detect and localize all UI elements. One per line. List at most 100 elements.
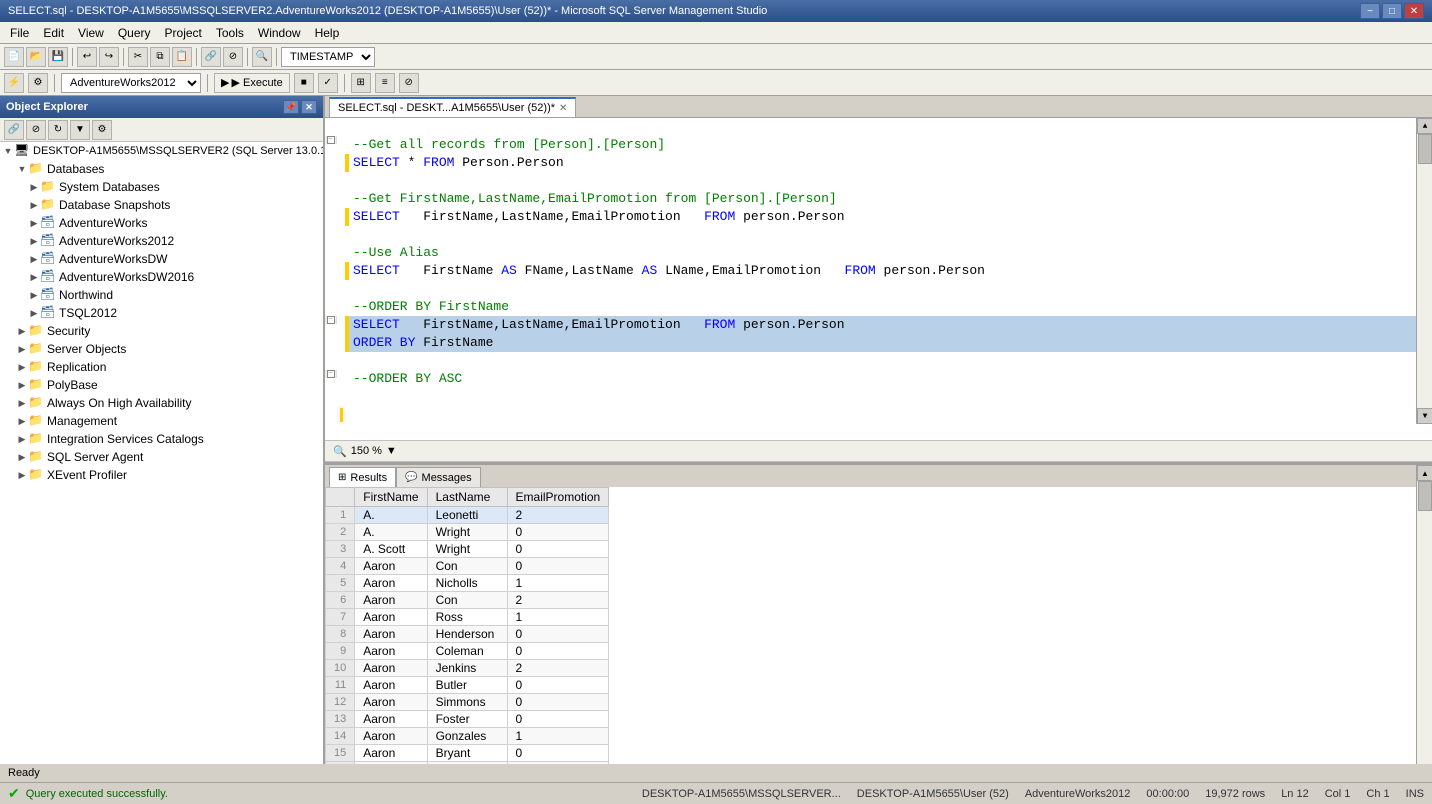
tree-polybase[interactable]: ▶ 📁 PolyBase xyxy=(0,376,323,394)
oe-toolbar: 🔗 ⊘ ↻ ▼ ⚙ xyxy=(0,118,323,142)
scrollbar-track[interactable] xyxy=(1417,481,1432,766)
menu-tools[interactable]: Tools xyxy=(210,24,250,42)
menu-edit[interactable]: Edit xyxy=(37,24,70,42)
tree-replication[interactable]: ▶ 📁 Replication xyxy=(0,358,323,376)
tree-adventureworksdw2016[interactable]: ▶ 🗃 AdventureWorksDW2016 xyxy=(0,268,323,286)
tree-db-snapshots[interactable]: ▶ 📁 Database Snapshots xyxy=(0,196,323,214)
database-dropdown[interactable]: AdventureWorks2012 xyxy=(61,73,201,93)
oe-close-button[interactable]: ✕ xyxy=(301,100,317,114)
cancel-button[interactable]: ■ xyxy=(294,73,314,93)
parse-button[interactable]: ✓ xyxy=(318,73,338,93)
search-button[interactable]: 🔍 xyxy=(252,47,272,67)
table-row: 13AaronFoster0 xyxy=(326,711,609,728)
scroll-up-button[interactable]: ▲ xyxy=(1417,118,1432,134)
tree-databases[interactable]: ▼ 📁 Databases xyxy=(0,160,323,178)
security-label: Security xyxy=(47,324,90,338)
row-number: 8 xyxy=(326,626,355,643)
table-body: 1A.Leonetti22A.Wright03A. ScottWright04A… xyxy=(326,507,609,783)
timestamp-dropdown[interactable]: TIMESTAMP xyxy=(281,47,375,67)
messages-tab[interactable]: 💬 Messages xyxy=(396,467,481,487)
redo-button[interactable]: ↪ xyxy=(99,47,119,67)
scrollbar-thumb[interactable] xyxy=(1418,481,1432,511)
maximize-button[interactable]: □ xyxy=(1382,3,1402,19)
menu-window[interactable]: Window xyxy=(252,24,307,42)
save-button[interactable]: 💾 xyxy=(48,47,68,67)
tree-sql-agent[interactable]: ▶ 📁 SQL Server Agent xyxy=(0,448,323,466)
db-status: AdventureWorks2012 xyxy=(1025,788,1131,800)
settings-icon[interactable]: ⚙ xyxy=(28,73,48,93)
tab-close-button[interactable]: ✕ xyxy=(559,103,567,114)
results-text-button[interactable]: ≡ xyxy=(375,73,395,93)
oe-pin-button[interactable]: 📌 xyxy=(283,100,299,114)
editor-content[interactable]: − --Get all records from [Person].[Perso… xyxy=(325,118,1432,440)
main-layout: Object Explorer 📌 ✕ 🔗 ⊘ ↻ ▼ ⚙ ▼ 🖥 DESKTO… xyxy=(0,96,1432,782)
fold-button[interactable]: − xyxy=(327,136,335,144)
tree-server-objects[interactable]: ▶ 📁 Server Objects xyxy=(0,340,323,358)
northwind-label: Northwind xyxy=(59,288,113,302)
scroll-up-button[interactable]: ▲ xyxy=(1417,465,1432,481)
folder-icon: 📁 xyxy=(28,431,44,447)
close-button[interactable]: ✕ xyxy=(1404,3,1424,19)
menu-query[interactable]: Query xyxy=(112,24,157,42)
scrollbar-track[interactable] xyxy=(1417,134,1432,408)
tree-xevent[interactable]: ▶ 📁 XEvent Profiler xyxy=(0,466,323,484)
sql-tab[interactable]: SELECT.sql - DESKT...A1M5655\User (52))*… xyxy=(329,97,576,117)
tree-server[interactable]: ▼ 🖥 DESKTOP-A1M5655\MSSQLSERVER2 (SQL Se… xyxy=(0,142,323,160)
cell: 0 xyxy=(507,524,609,541)
cell: Aaron xyxy=(355,660,427,677)
col-status: Col 1 xyxy=(1325,788,1351,800)
row-number: 12 xyxy=(326,694,355,711)
menu-view[interactable]: View xyxy=(72,24,110,42)
editor-scrollbar[interactable]: ▲ ▼ xyxy=(1416,118,1432,424)
table-row: 4AaronCon0 xyxy=(326,558,609,575)
oe-options-button[interactable]: ⚙ xyxy=(92,120,112,140)
zoom-dropdown-icon[interactable]: ▼ xyxy=(386,445,397,457)
execute-button[interactable]: ▶ ▶ Execute xyxy=(214,73,290,93)
connect-button[interactable]: 🔗 xyxy=(201,47,221,67)
tree-tsql2012[interactable]: ▶ 🗃 TSQL2012 xyxy=(0,304,323,322)
results-scrollbar[interactable]: ▲ ▼ xyxy=(1416,465,1432,782)
results-grid-button[interactable]: ⊞ xyxy=(351,73,371,93)
tree-always-on[interactable]: ▶ 📁 Always On High Availability xyxy=(0,394,323,412)
tree-integration-services[interactable]: ▶ 📁 Integration Services Catalogs xyxy=(0,430,323,448)
cell: Aaron xyxy=(355,711,427,728)
tree-security[interactable]: ▶ 📁 Security xyxy=(0,322,323,340)
tree-system-databases[interactable]: ▶ 📁 System Databases xyxy=(0,178,323,196)
undo-button[interactable]: ↩ xyxy=(77,47,97,67)
menu-project[interactable]: Project xyxy=(159,24,208,42)
results-tab[interactable]: ⊞ Results xyxy=(329,467,396,487)
scroll-down-button[interactable]: ▼ xyxy=(1417,408,1432,424)
connect-icon[interactable]: ⚡ xyxy=(4,73,24,93)
cell: Aaron xyxy=(355,677,427,694)
separator4 xyxy=(247,48,248,66)
tree-adventureworks2012[interactable]: ▶ 🗃 AdventureWorks2012 xyxy=(0,232,323,250)
awdw2016-label: AdventureWorksDW2016 xyxy=(59,270,194,284)
fold-button[interactable]: − xyxy=(327,370,335,378)
fold-button[interactable]: − xyxy=(327,316,335,324)
new-query-button[interactable]: 📄 xyxy=(4,47,24,67)
open-button[interactable]: 📂 xyxy=(26,47,46,67)
no-results-button[interactable]: ⊘ xyxy=(399,73,419,93)
cell: 0 xyxy=(507,677,609,694)
code-line xyxy=(325,226,1416,244)
menu-file[interactable]: File xyxy=(4,24,35,42)
scrollbar-thumb[interactable] xyxy=(1418,134,1432,164)
disconnect-button[interactable]: ⊘ xyxy=(223,47,243,67)
copy-button[interactable]: ⧉ xyxy=(150,47,170,67)
oe-connect-button[interactable]: 🔗 xyxy=(4,120,24,140)
tree-adventureworks[interactable]: ▶ 🗃 AdventureWorks xyxy=(0,214,323,232)
paste-button[interactable]: 📋 xyxy=(172,47,192,67)
cut-button[interactable]: ✂ xyxy=(128,47,148,67)
oe-refresh-button[interactable]: ↻ xyxy=(48,120,68,140)
tree-northwind[interactable]: ▶ 🗃 Northwind xyxy=(0,286,323,304)
oe-filter-button[interactable]: ▼ xyxy=(70,120,90,140)
code-area[interactable]: − --Get all records from [Person].[Perso… xyxy=(325,118,1432,440)
cell: Aaron xyxy=(355,728,427,745)
tree-adventureworksdw[interactable]: ▶ 🗃 AdventureWorksDW xyxy=(0,250,323,268)
col-emailpromotion: EmailPromotion xyxy=(507,488,609,507)
oe-disconnect-button[interactable]: ⊘ xyxy=(26,120,46,140)
integration-label: Integration Services Catalogs xyxy=(47,432,204,446)
tree-management[interactable]: ▶ 📁 Management xyxy=(0,412,323,430)
minimize-button[interactable]: − xyxy=(1360,3,1380,19)
menu-help[interactable]: Help xyxy=(309,24,346,42)
